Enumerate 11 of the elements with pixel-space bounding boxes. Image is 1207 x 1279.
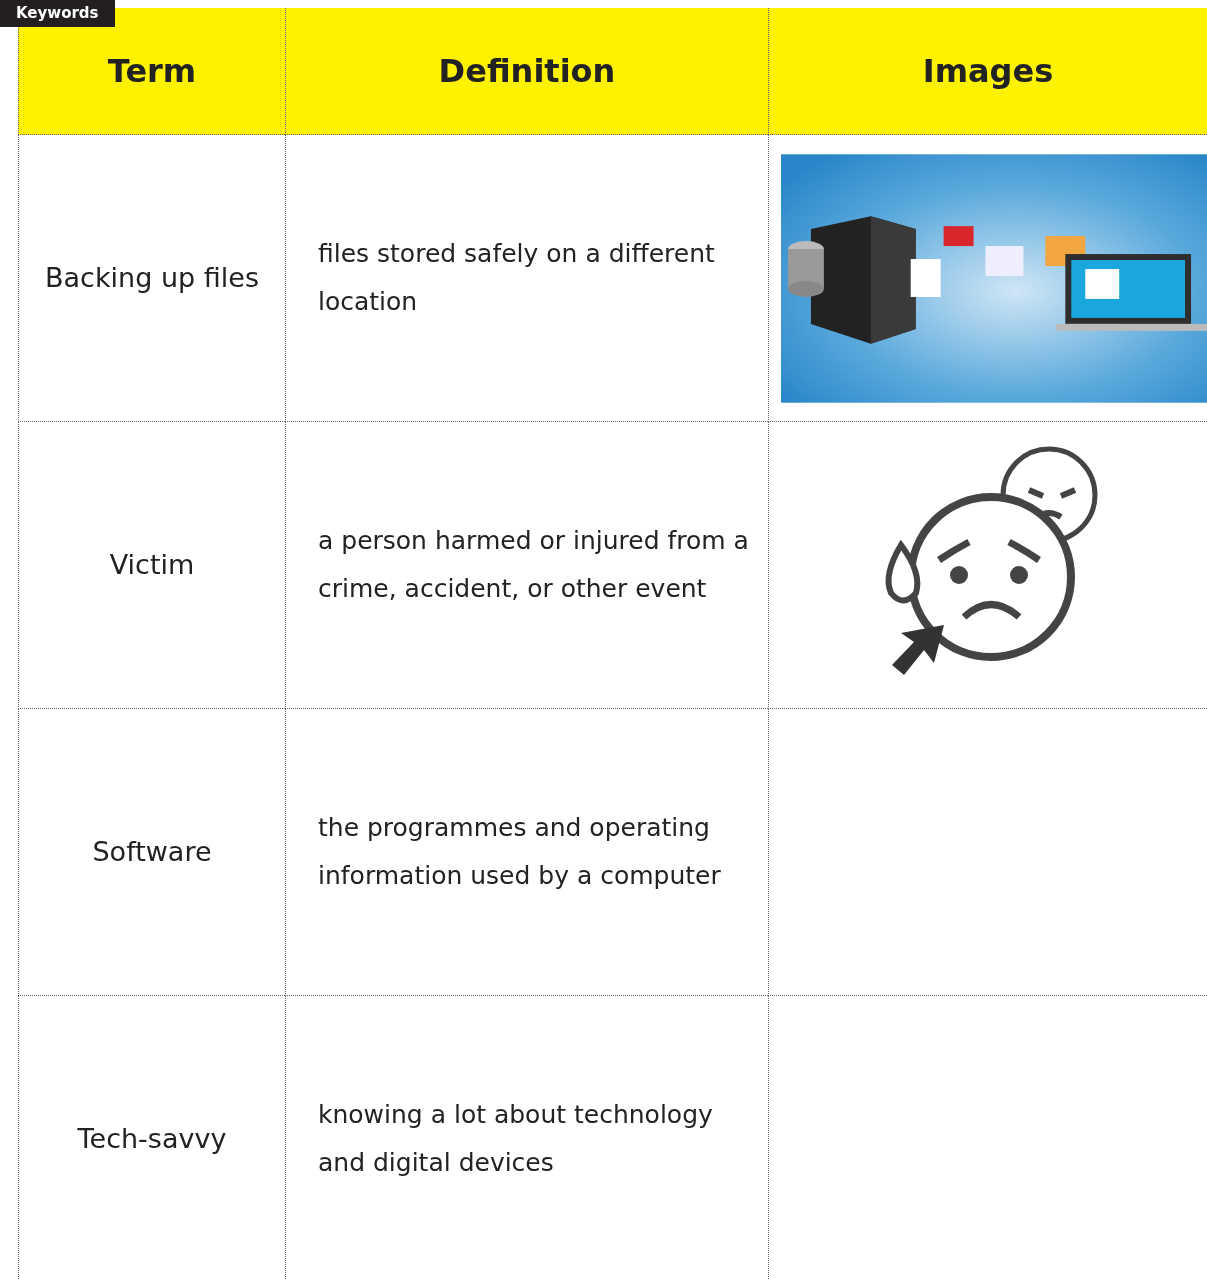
term-cell: Victim <box>18 422 285 709</box>
column-header: Images <box>768 8 1207 135</box>
term-cell: Tech-savvy <box>18 996 285 1279</box>
section-label: Keywords <box>0 0 115 27</box>
term-cell: Backing up files <box>18 135 285 422</box>
definition-text: files stored safely on a different location <box>318 238 716 318</box>
term-cell: Software <box>18 709 285 996</box>
column-header: Definition <box>285 8 768 135</box>
definition-text: knowing a lot about technology and digital devices <box>318 1099 714 1179</box>
definition-text: the programmes and operating information used by a computer <box>318 812 722 892</box>
definition-text: a person harmed or injured from a crime, accident, or other event <box>318 525 750 605</box>
